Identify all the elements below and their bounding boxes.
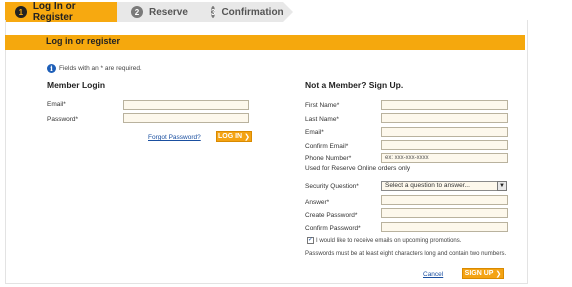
step-confirmation[interactable]: 3 Confirmation xyxy=(197,2,293,22)
confirm-email-field[interactable] xyxy=(381,140,508,150)
chevron-down-icon[interactable]: ▼ xyxy=(497,181,507,191)
login-button-label: LOG IN xyxy=(218,133,243,140)
first-name-label: First Name* xyxy=(305,102,340,109)
signup-email-field[interactable] xyxy=(381,127,508,137)
step-label: Reserve xyxy=(149,6,188,18)
step-number-3: 3 xyxy=(211,6,216,18)
step-reserve[interactable]: 2 Reserve xyxy=(117,2,207,22)
security-question-value: Select a question to answer... xyxy=(385,182,470,189)
login-password-field[interactable] xyxy=(123,113,249,123)
step-label: Confirmation xyxy=(221,6,284,18)
last-name-field[interactable] xyxy=(381,113,508,123)
signup-button-label: SIGN UP xyxy=(464,270,494,277)
forgot-password-link[interactable]: Forgot Password? xyxy=(148,134,201,141)
security-question-select[interactable]: Select a question to answer... ▼ xyxy=(381,181,507,191)
signup-button[interactable]: SIGN UP ❯ xyxy=(462,268,504,279)
step-login-register[interactable]: 1 Log In or Register xyxy=(5,1,127,23)
required-note: i Fields with an * are required. xyxy=(47,64,142,73)
login-button[interactable]: LOG IN ❯ xyxy=(216,131,252,142)
last-name-label: Last Name* xyxy=(305,116,339,123)
signup-email-label: Email* xyxy=(305,129,324,136)
answer-label: Answer* xyxy=(305,199,330,206)
login-register-panel xyxy=(5,20,528,284)
security-question-label: Security Question* xyxy=(305,183,359,190)
email-label: Email* xyxy=(47,101,66,108)
login-email-field[interactable] xyxy=(123,100,249,110)
phone-field[interactable]: ex: xxx-xxx-xxxx xyxy=(381,153,508,163)
password-rule-note: Passwords must be at least eight charact… xyxy=(305,251,507,257)
step-number-1: 1 xyxy=(15,6,27,18)
answer-field[interactable] xyxy=(381,195,508,205)
password-label: Password* xyxy=(47,116,79,123)
phone-label: Phone Number* xyxy=(305,155,352,162)
chevron-right-icon: ❯ xyxy=(495,270,502,278)
cancel-link[interactable]: Cancel xyxy=(423,271,443,278)
confirm-password-label: Confirm Password* xyxy=(305,225,361,232)
first-name-field[interactable] xyxy=(381,100,508,110)
step-number-2: 2 xyxy=(131,6,143,18)
promo-optin-label: I would like to receive emails on upcomi… xyxy=(316,238,462,244)
member-login-title: Member Login xyxy=(47,80,106,90)
create-password-label: Create Password* xyxy=(305,212,358,219)
confirm-email-label: Confirm Email* xyxy=(305,143,349,150)
panel-header: Log in or register xyxy=(5,35,525,50)
promo-optin-checkbox[interactable]: ✓ xyxy=(307,237,314,244)
chevron-right-icon: ❯ xyxy=(244,133,250,141)
confirm-password-field[interactable] xyxy=(381,222,508,232)
info-icon: i xyxy=(47,64,56,73)
signup-title: Not a Member? Sign Up. xyxy=(305,80,404,90)
phone-hint: Used for Reserve Online orders only xyxy=(305,165,411,172)
panel-title: Log in or register xyxy=(46,36,121,46)
create-password-field[interactable] xyxy=(381,208,508,218)
required-note-text: Fields with an * are required. xyxy=(59,65,142,72)
